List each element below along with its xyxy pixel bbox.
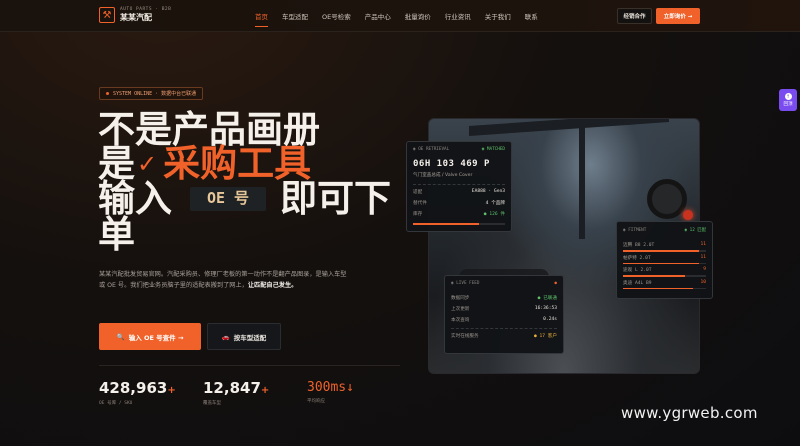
oe-row: 适配 EA888 · Gen3 — [413, 189, 505, 195]
fitment-row: 奥迪 A4L B9 10 — [623, 279, 706, 286]
logo-name: 某某汽配 — [120, 13, 152, 23]
live-card-title: ◉ LIVE FEED — [451, 281, 480, 286]
stat-oe-suffix: + — [167, 385, 176, 396]
live-footer: 实时在线服务 ● 17 客户 — [451, 328, 557, 339]
headline-line-3: 输入 OE 号 即可下 — [98, 180, 391, 217]
live-feed-card: ◉ LIVE FEED ● 数据同步 ● 已联通 上次更新 16:36:53 本次查… — [444, 275, 564, 354]
fitment-button-label: 按车型适配 — [233, 333, 267, 342]
logo-subtitle: AUTO PARTS · B2B — [120, 6, 172, 12]
nav-item-about[interactable]: 关于我们 — [485, 11, 511, 21]
car-icon: 🚗 — [221, 332, 230, 341]
live-row: 本次查询 0.24s — [451, 317, 557, 323]
stat-model-suffix: + — [260, 385, 270, 396]
fitment-bar — [623, 262, 706, 264]
search-icon: 🔍 — [116, 332, 125, 341]
back-to-top-label: 回顶 — [783, 102, 793, 107]
live-indicator-icon: ● — [554, 281, 557, 286]
logo[interactable]: ⚒ AUTO PARTS · B2B 某某汽配 — [99, 7, 171, 23]
fitment-bar — [623, 287, 706, 289]
nav-item-fitment[interactable]: 车型适配 — [282, 11, 308, 21]
main-menu: 首页 车型适配 OE号检索 产品中心 批量询价 行业资讯 关于我们 联系 — [255, 11, 552, 27]
status-dot-icon — [106, 92, 109, 95]
fitment-row: 帕萨特 2.0T 11 — [623, 254, 706, 261]
oe-card-status: ◉ MATCHED — [481, 147, 505, 152]
nav-item-contact[interactable]: 联系 — [525, 11, 538, 21]
oe-progress-bar — [413, 223, 505, 225]
fitment-bar — [623, 250, 706, 252]
oe-number: 06H 103 469 P — [413, 159, 490, 169]
desc-bold: 让匹配自己发生。 — [247, 281, 298, 289]
back-to-top-tab[interactable]: ↑ 回顶 — [779, 89, 797, 111]
oe-retrieval-card: ◉ OE RETRIEVAL ◉ MATCHED 06H 103 469 P 气… — [406, 141, 512, 232]
nav-item-products[interactable]: 产品中心 — [365, 11, 391, 21]
stat-oe-count: 428,963+ OE 号库 / SKU — [99, 379, 176, 407]
quote-now-button[interactable]: 立即询价 → — [656, 8, 700, 24]
part-name: 气门室盖总成 / Valve Cover — [413, 173, 473, 178]
headline-line-3-post: 即可下 — [280, 177, 391, 220]
oe-search-button-label: 输入 OE 号查件 → — [128, 333, 184, 342]
checkmark-icon: ✓ — [137, 149, 158, 178]
live-row: 上次更新 16:36:53 — [451, 306, 557, 312]
system-status-badge: SYSTEM ONLINE · 数据中台已联通 — [99, 87, 204, 100]
stat-model-count: 12,847+ 覆盖车型 — [203, 379, 270, 407]
arrow-up-icon: ↑ — [784, 93, 792, 100]
fitment-bar — [623, 275, 706, 277]
stat-model-number: 12,847 — [203, 379, 261, 397]
wheel-image — [647, 179, 687, 219]
stat-oe-label: OE 号库 / SKU — [99, 401, 133, 406]
fitment-row: 迈腾 B8 2.0T 11 — [623, 242, 706, 248]
oe-row: 库存 ● 126 件 — [413, 212, 505, 217]
stat-model-label: 覆盖车型 — [203, 401, 221, 406]
stat-response-number: 300ms — [307, 380, 347, 395]
stat-response-suffix: ↓ — [346, 380, 354, 395]
stat-response-label: 平均响应 — [307, 399, 325, 404]
stat-response-time: 300ms↓ 平均响应 — [307, 381, 354, 404]
stat-oe-number: 428,963 — [99, 379, 168, 397]
fitment-row: 途观 L 2.0T 9 — [623, 267, 706, 273]
oe-row: 替代件 4 个品牌 — [413, 201, 505, 206]
nav-item-news[interactable]: 行业资讯 — [445, 11, 471, 21]
fitment-card-status: ◉ 12 匹配 — [684, 228, 706, 233]
hero-description: 某某汽配批发贸易官网。汽配采购员、修理厂老板的第一动作不是翻产品图录，是输入车型… — [99, 270, 347, 292]
fitment-card: ◉ FITMENT ◉ 12 匹配 迈腾 B8 2.0T 11 帕萨特 2.0T 1… — [616, 221, 713, 299]
oe-chip: OE 号 — [190, 186, 266, 211]
watermark: www.ygrweb.com — [621, 404, 758, 422]
wrench-box-icon: ⚒ — [99, 7, 115, 23]
live-row: 数据同步 ● 已联通 — [451, 296, 557, 301]
nav-item-bulk-quote[interactable]: 批量询价 — [405, 11, 431, 21]
desc-text: 某某汽配批发贸易官网。汽配采购员、修理厂老板的第一动作不是翻产品图录，是输入车型… — [99, 271, 347, 289]
dealer-button[interactable]: 经销合作 — [617, 8, 652, 24]
fitment-button[interactable]: 🚗 按车型适配 — [207, 323, 281, 350]
oe-search-button[interactable]: 🔍 输入 OE 号查件 → — [99, 323, 201, 350]
nav-item-oe-search[interactable]: OE号检索 — [322, 11, 351, 21]
stats-divider — [99, 365, 400, 366]
nav-item-home[interactable]: 首页 — [255, 11, 268, 27]
fitment-card-title: ◉ FITMENT — [623, 227, 647, 233]
oe-card-title: ◉ OE RETRIEVAL — [413, 147, 450, 152]
badge-text: SYSTEM ONLINE · 数据中台已联通 — [113, 91, 197, 97]
headline-line-3-pre: 输入 — [98, 177, 172, 220]
headline-line-4: 单 — [98, 213, 135, 256]
top-nav: ⚒ AUTO PARTS · B2B 某某汽配 首页 车型适配 OE号检索 产品… — [0, 0, 800, 32]
